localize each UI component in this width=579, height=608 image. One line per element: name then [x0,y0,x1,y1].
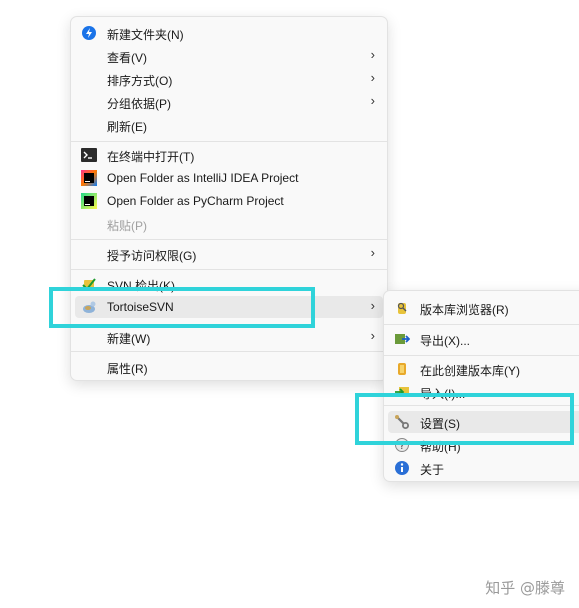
menu-item-label: Open Folder as IntelliJ IDEA Project [107,171,299,185]
submenu-item-create-repo[interactable]: 在此创建版本库(Y) [388,358,579,380]
menu-separator [384,405,579,406]
menu-item-label: 设置(S) [420,417,460,431]
svn-checkout-icon [81,276,97,292]
menu-item-label: 在终端中打开(T) [107,150,195,164]
chevron-right-icon: › [370,298,375,313]
submenu-item-settings[interactable]: 设置(S) [388,411,579,433]
context-menu: 新建文件夹(N) 查看(V) › 排序方式(O) › 分组依据(P) › 刷新(… [70,16,388,381]
tortoisesvn-submenu: 版本库浏览器(R) 导出(X)... 在此创建版本库(Y) 导入(I)... 设… [383,290,579,482]
menu-item-label: 属性(R) [107,362,148,376]
svg-text:?: ? [399,441,404,452]
intellij-icon [81,170,97,186]
menu-item-open-pycharm[interactable]: Open Folder as PyCharm Project [75,190,383,212]
menu-item-label: TortoiseSVN [107,300,174,314]
help-icon: ? [394,437,410,453]
settings-wrench-icon [394,414,410,430]
menu-item-new-folder[interactable]: 新建文件夹(N) [75,22,383,44]
menu-item-label: 刷新(E) [107,120,147,134]
menu-item-label: 在此创建版本库(Y) [420,364,520,378]
menu-item-label: 排序方式(O) [107,74,173,88]
terminal-icon [81,147,97,163]
menu-item-label: SVN 检出(K)... [107,279,186,293]
menu-item-open-terminal[interactable]: 在终端中打开(T) [75,144,383,166]
menu-item-label: 新建文件夹(N) [107,28,184,42]
menu-item-view[interactable]: 查看(V) › [75,45,383,67]
menu-item-svn-checkout[interactable]: SVN 检出(K)... [75,273,383,295]
menu-separator [384,355,579,356]
menu-item-properties[interactable]: 属性(R) [75,356,383,378]
chevron-right-icon: › [370,245,375,260]
menu-item-tortoisesvn[interactable]: TortoiseSVN › [75,296,383,318]
menu-item-label: 版本库浏览器(R) [420,303,509,317]
import-icon [394,384,410,400]
chevron-right-icon: › [370,93,375,108]
menu-separator [71,239,387,240]
menu-item-sort-by[interactable]: 排序方式(O) › [75,68,383,90]
menu-item-label: 粘贴(P) [107,219,147,233]
chevron-right-icon: › [370,328,375,343]
menu-item-label: 查看(V) [107,51,147,65]
create-repo-icon [394,361,410,377]
tortoisesvn-icon [81,299,97,315]
chevron-right-icon: › [370,47,375,62]
pycharm-icon [81,193,97,209]
menu-item-group-by[interactable]: 分组依据(P) › [75,91,383,113]
repo-browser-icon [394,300,410,316]
submenu-item-export[interactable]: 导出(X)... [388,328,579,350]
menu-item-paste: 粘贴(P) [75,213,383,235]
menu-item-label: Open Folder as PyCharm Project [107,194,284,208]
menu-item-label: 分组依据(P) [107,97,171,111]
new-folder-icon [81,25,97,41]
menu-item-refresh[interactable]: 刷新(E) [75,114,383,136]
watermark: 知乎 @滕尊 [485,579,565,597]
menu-separator [71,351,387,352]
menu-item-grant-access[interactable]: 授予访问权限(G) › [75,243,383,265]
menu-separator [71,269,387,270]
submenu-item-help[interactable]: ? 帮助(H) [388,434,579,456]
menu-item-label: 新建(W) [107,332,151,346]
menu-item-label: 帮助(H) [420,440,461,454]
menu-item-label: 授予访问权限(G) [107,249,197,263]
menu-item-open-intellij[interactable]: Open Folder as IntelliJ IDEA Project [75,167,383,189]
menu-item-label: 关于 [420,463,445,477]
chevron-right-icon: › [370,70,375,85]
menu-separator [384,324,579,325]
submenu-item-repo-browser[interactable]: 版本库浏览器(R) [388,297,579,319]
menu-item-new[interactable]: 新建(W) › [75,326,383,348]
submenu-item-about[interactable]: 关于 [388,457,579,479]
submenu-item-import[interactable]: 导入(I)... [388,381,579,403]
menu-separator [71,141,387,142]
menu-item-label: 导出(X)... [420,334,470,348]
menu-item-label: 导入(I)... [420,387,466,401]
info-icon [394,460,410,476]
export-icon [394,331,410,347]
